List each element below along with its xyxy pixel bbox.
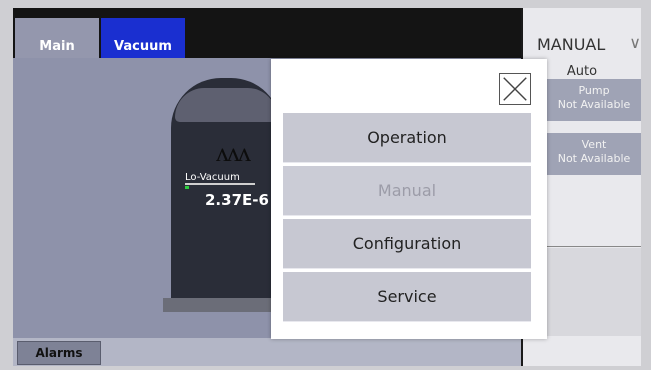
tab-main[interactable]: Main bbox=[15, 18, 99, 58]
vent-button[interactable]: Vent Not Available bbox=[547, 133, 641, 175]
gauge-value: 2.37E-6 bbox=[205, 191, 269, 209]
alarms-button[interactable]: Alarms bbox=[17, 341, 101, 365]
menu-item-configuration[interactable]: Configuration bbox=[283, 219, 531, 269]
vent-title: Vent bbox=[581, 138, 607, 151]
pump-button[interactable]: Pump Not Available bbox=[547, 79, 641, 121]
pump-status: Not Available bbox=[557, 98, 631, 111]
chamber-lid bbox=[175, 88, 277, 122]
gauge-status-dot bbox=[185, 186, 189, 189]
mode-label: MANUAL bbox=[537, 34, 606, 54]
pump-title: Pump bbox=[578, 84, 610, 97]
menu-item-service[interactable]: Service bbox=[283, 272, 531, 322]
mode-menu-dialog: Operation Manual Configuration Service bbox=[271, 59, 547, 339]
menu-item-operation[interactable]: Operation bbox=[283, 113, 531, 163]
status-bar: Alarms bbox=[13, 338, 521, 366]
mode-selector[interactable]: MANUAL bbox=[523, 30, 641, 58]
coil-icon: ᴧᴧᴧ bbox=[216, 138, 251, 168]
menu-item-manual: Manual bbox=[283, 166, 531, 216]
gauge-label: Lo-Vacuum bbox=[185, 172, 255, 185]
chevron-down-icon[interactable]: ∨ bbox=[629, 33, 641, 52]
panel-blank-area bbox=[547, 248, 641, 336]
tab-vacuum[interactable]: Vacuum bbox=[101, 18, 185, 58]
tab-bar: Main Vacuum bbox=[13, 8, 521, 58]
close-icon[interactable] bbox=[499, 73, 531, 105]
panel-divider bbox=[547, 246, 641, 247]
vent-status: Not Available bbox=[557, 152, 631, 165]
